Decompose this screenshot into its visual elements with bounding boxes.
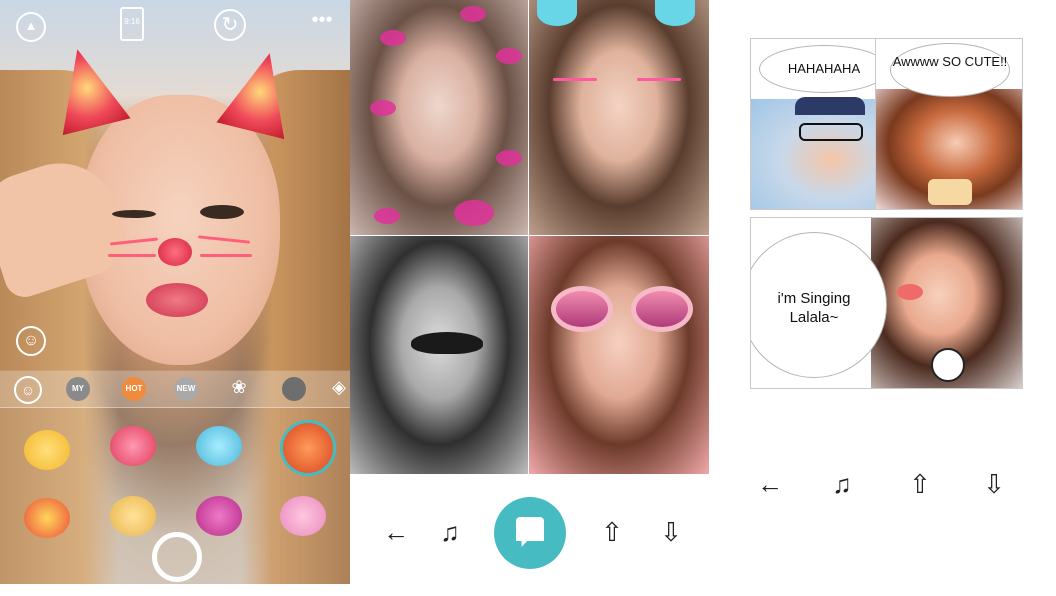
kiss-sticker[interactable] (196, 496, 242, 536)
speech-text: i'm Singing Lalala~ (777, 290, 851, 326)
mouse-ear-sticker (537, 0, 577, 26)
kiss-mark (380, 30, 406, 46)
ratio-label: 9:16 (124, 17, 140, 26)
switch-camera-icon[interactable]: ↻ (214, 9, 246, 41)
comic-panel-2[interactable]: Awwww SO CUTE!! (875, 38, 1023, 210)
whisker (637, 78, 681, 81)
eye-right (200, 205, 244, 219)
cake (928, 179, 972, 205)
music-note-icon[interactable]: ♫ (826, 470, 858, 498)
category-new[interactable]: NEW (174, 377, 198, 401)
mustache-sticker (411, 332, 483, 354)
dog-category-icon[interactable]: ◈ (328, 377, 350, 397)
kiss-mark (460, 6, 486, 22)
sticker-category-bar: ☺ MY HOT NEW ❀ ◈ (0, 371, 350, 408)
collage-photo-sunglasses[interactable] (529, 236, 709, 474)
comic-panel-3[interactable]: i'm Singing Lalala~ (750, 217, 1023, 389)
kiss-mark (496, 48, 522, 64)
comic-button[interactable] (494, 497, 566, 569)
speech-text: Awwww SO CUTE!! (892, 54, 1008, 69)
camera-viewfinder[interactable]: ▲ 9:16 ↻ ••• ☺ ☺ MY HOT NEW ❀ ◈ (0, 0, 350, 584)
share-icon[interactable]: ⇧ (596, 518, 628, 546)
whisker (553, 78, 597, 81)
cat-ears-sticker[interactable] (110, 426, 156, 466)
download-icon[interactable]: ⇩ (655, 518, 687, 546)
back-arrow-icon[interactable]: ← (754, 470, 786, 498)
cartoon-face (931, 348, 965, 382)
sunglasses-lens-right (631, 286, 693, 332)
mouse-ear-sticker (655, 0, 695, 26)
face-detect-icon[interactable]: ☺ (16, 326, 46, 356)
category-my[interactable]: MY (66, 377, 90, 401)
eye-left (112, 210, 156, 218)
lips (146, 283, 208, 317)
speech-bubble: i'm Singing Lalala~ (751, 232, 887, 378)
kiss-mark (374, 208, 400, 224)
blush (897, 284, 923, 300)
category-hot[interactable]: HOT (122, 377, 146, 401)
whisker (108, 254, 156, 257)
whisker (200, 254, 252, 257)
shutter-button[interactable] (152, 532, 202, 582)
cat-whiskers-sticker[interactable] (196, 426, 242, 466)
back-arrow-icon[interactable]: ← (380, 518, 412, 546)
glasses (799, 123, 863, 141)
collage-photo-kisses[interactable] (350, 0, 528, 235)
speech-bubble: Awwww SO CUTE!! (890, 43, 1010, 97)
share-icon[interactable]: ⇧ (904, 470, 936, 498)
download-icon[interactable]: ⇩ (978, 470, 1010, 498)
speech-bubble: HAHAHAHA (759, 45, 889, 93)
cap (795, 97, 865, 115)
music-note-icon[interactable]: ♫ (434, 518, 466, 546)
kiss-mark (454, 200, 494, 226)
butterfly-category-icon[interactable]: ❀ (226, 377, 252, 397)
ratio-icon[interactable]: 9:16 (120, 7, 144, 41)
selected-cat-sticker[interactable] (280, 420, 336, 476)
kiss-mark (496, 150, 522, 166)
fruit-sticker[interactable] (24, 498, 70, 538)
collage-photo-mustache[interactable] (350, 236, 528, 474)
sunglasses-sticker[interactable] (110, 496, 156, 536)
kiss-mark (370, 100, 396, 116)
gallery-icon[interactable]: ▲ (16, 12, 46, 42)
sunglasses-lens-left (551, 286, 613, 332)
flower-sticker[interactable] (280, 496, 326, 536)
more-icon[interactable]: ••• (304, 10, 340, 30)
avatar-category-icon[interactable] (282, 377, 306, 401)
no-sticker-icon[interactable]: ☺ (14, 376, 42, 404)
emoji-sticker[interactable] (24, 430, 70, 470)
comic-bubble-icon (516, 517, 544, 547)
collage-photo-mouse-ears[interactable] (529, 0, 709, 235)
cat-nose-sticker (158, 238, 192, 266)
